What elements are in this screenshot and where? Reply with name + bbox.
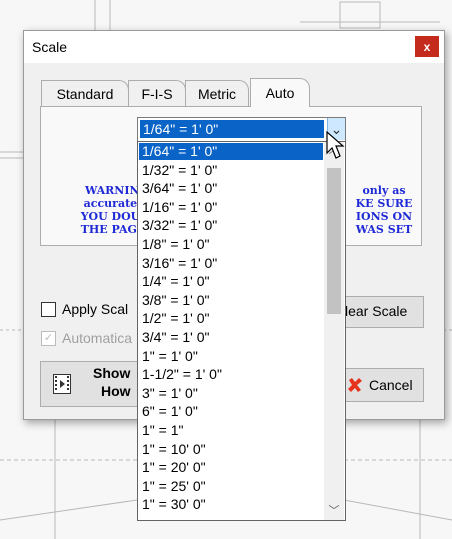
tab-label: Metric (197, 85, 237, 102)
title-bar: Scale x (24, 31, 444, 63)
dialog-title: Scale (32, 39, 68, 55)
warning-line: only as (362, 184, 406, 197)
automatic-label: Automatica (62, 330, 133, 346)
scale-option[interactable]: 1/16" = 1' 0" (139, 199, 323, 216)
tab-fis[interactable]: F-I-S (128, 80, 186, 106)
scale-option[interactable]: 1" = 30' 0" (139, 496, 323, 513)
show-how-label: How (101, 383, 131, 399)
warning-text-right: only as KE SURE IONS ON WAS SET (354, 184, 414, 236)
tab-metric[interactable]: Metric (185, 80, 249, 106)
scale-option[interactable]: 1/8" = 1' 0" (139, 236, 323, 253)
clear-scale-label: lear Scale (345, 303, 408, 319)
tab-standard[interactable]: Standard (41, 80, 129, 106)
scale-option[interactable]: 3" = 1' 0" (139, 385, 323, 402)
film-icon (53, 374, 71, 394)
scale-option[interactable]: 1/4" = 1' 0" (139, 273, 323, 290)
mouse-cursor-icon (326, 131, 345, 159)
apply-scale-label: Apply Scal (62, 301, 129, 317)
scale-option[interactable]: 1-1/2" = 1' 0" (139, 366, 323, 383)
scale-option[interactable]: 1" = 25' 0" (139, 478, 323, 495)
warning-line: KE SURE (355, 197, 413, 210)
warning-line: WAS SET (355, 223, 413, 236)
scale-option[interactable]: 1/64" = 1' 0" (139, 143, 323, 160)
scale-option[interactable]: 3/16" = 1' 0" (139, 255, 323, 272)
scale-option[interactable]: 3/4" = 1' 0" (139, 329, 323, 346)
tab-label: F-I-S (141, 85, 173, 102)
scale-option[interactable]: 1" = 1" (139, 422, 323, 439)
warning-line: IONS ON (355, 210, 413, 223)
scale-option[interactable]: 1" = 10' 0" (139, 441, 323, 458)
apply-scale-checkbox[interactable] (41, 302, 56, 317)
scale-combo-value: 1/64" = 1' 0" (140, 120, 324, 138)
show-how-label: Show (93, 365, 131, 381)
clear-scale-button[interactable]: lear Scale (344, 296, 424, 328)
x-mark-icon (348, 378, 362, 392)
scale-option[interactable]: 1" = 1' 0" (139, 348, 323, 365)
tab-label: Auto (265, 85, 295, 101)
tab-label: Standard (56, 85, 114, 102)
scale-option[interactable]: 1/2" = 1' 0" (139, 310, 323, 327)
scale-dropdown-list: 1/64" = 1' 0" 1/32" = 1' 0" 3/64" = 1' 0" 1… (137, 141, 346, 521)
cancel-button[interactable]: Cancel (344, 368, 424, 402)
scale-option[interactable]: 3/8" = 1' 0" (139, 292, 323, 309)
show-how-button[interactable]: Show How (40, 361, 140, 407)
close-button[interactable]: x (415, 36, 439, 57)
scroll-down-icon[interactable]: ﹀ (324, 503, 344, 520)
scale-option[interactable]: 6" = 1' 0" (139, 403, 323, 420)
automatic-checkbox: ✓ (41, 331, 56, 346)
tab-auto[interactable]: Auto (250, 78, 310, 107)
scale-option[interactable]: 1" = 20' 0" (139, 459, 323, 476)
scrollbar-thumb[interactable] (327, 168, 341, 314)
scale-option[interactable]: 1/32" = 1' 0" (139, 162, 323, 179)
scale-combo[interactable]: 1/64" = 1' 0" ⌄ (137, 117, 346, 142)
dropdown-scrollbar[interactable]: ︿ ﹀ (324, 142, 344, 520)
scale-option[interactable]: 3/32" = 1' 0" (139, 217, 323, 234)
close-icon: x (423, 39, 431, 54)
cancel-label: Cancel (369, 377, 413, 393)
scale-option[interactable]: 3/64" = 1' 0" (139, 180, 323, 197)
